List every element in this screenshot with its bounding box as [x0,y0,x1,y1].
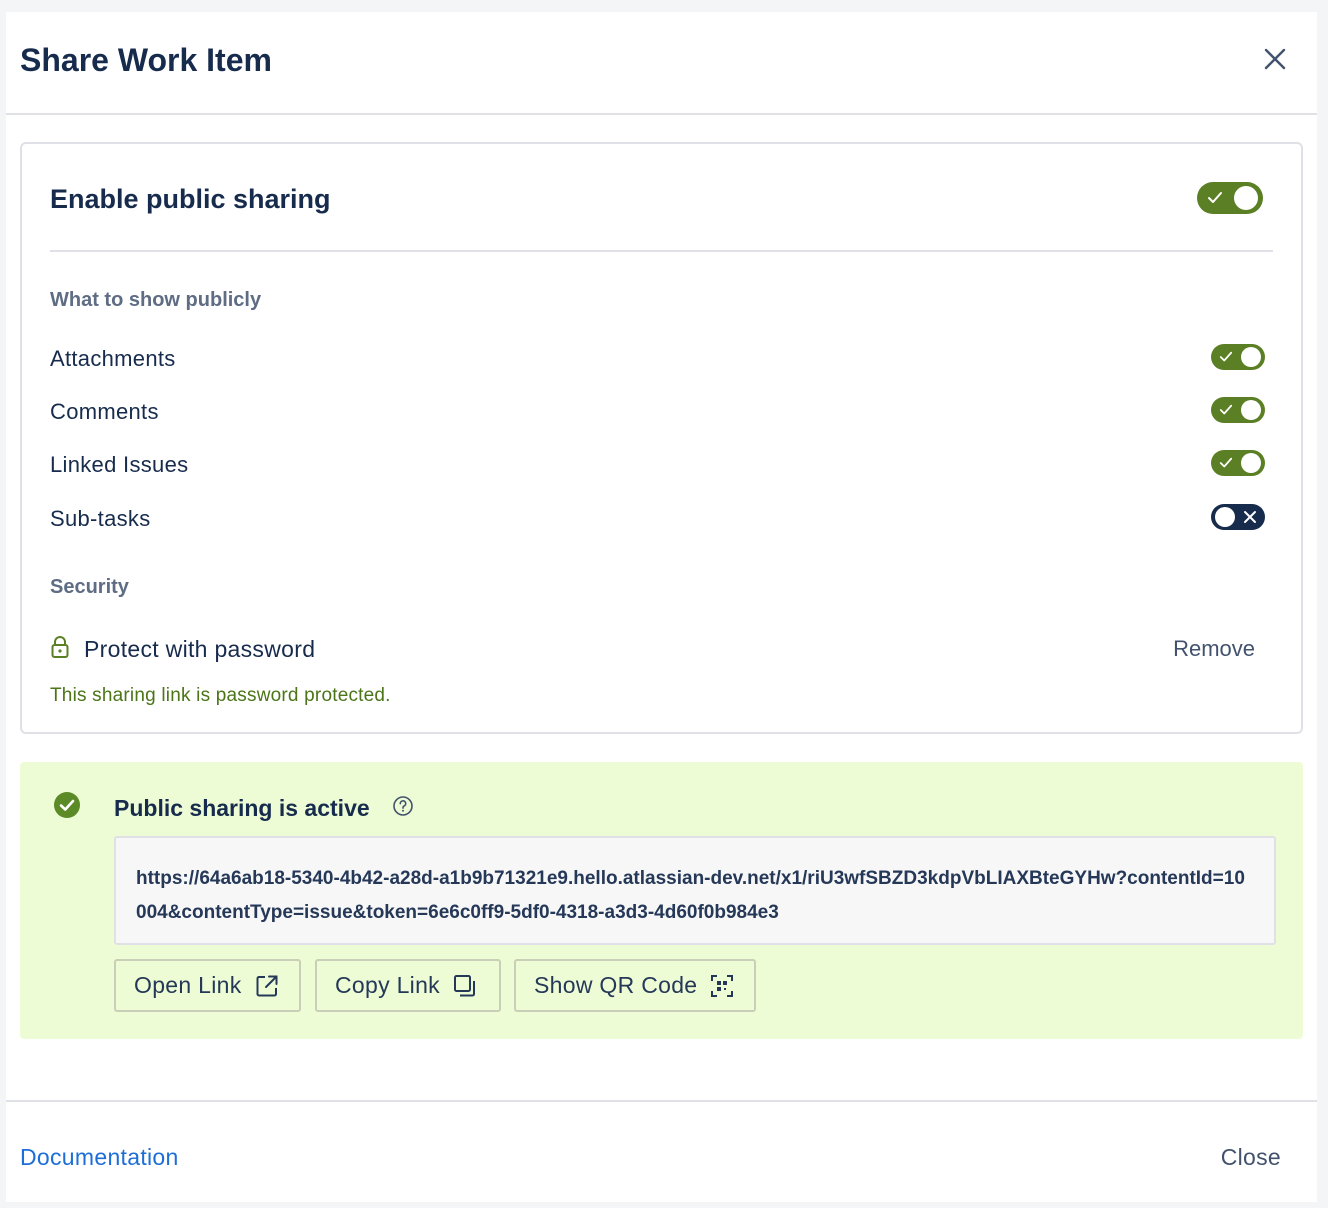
toggle-knob [1241,347,1261,367]
toggle-knob [1241,453,1261,473]
close-button[interactable]: Close [1221,1144,1281,1171]
sharing-settings-card: Enable public sharing What to show publi… [20,142,1303,734]
sharing-active-panel: Public sharing is active https://64a6ab1… [20,762,1303,1039]
remove-password-button[interactable]: Remove [1173,636,1255,662]
linked-issues-toggle[interactable] [1211,450,1265,476]
dialog-header: Share Work Item [6,12,1317,115]
security-heading: Security [50,576,129,598]
sharing-active-title: Public sharing is active [114,795,370,821]
password-row: Protect with password Remove [50,632,1255,664]
option-label-comments: Comments [50,399,159,424]
copy-icon [452,973,478,999]
option-label-sub-tasks: Sub-tasks [50,506,151,531]
qr-code-icon [709,973,735,999]
close-icon[interactable] [1261,45,1289,73]
open-link-button[interactable]: Open Link [114,959,301,1012]
dialog-footer: Documentation Close [6,1100,1317,1202]
dialog-title: Share Work Item [20,42,272,78]
check-icon [1219,350,1233,369]
check-icon [1219,403,1233,422]
share-url-field[interactable]: https://64a6ab18-5340-4b42-a28d-a1b9b713… [114,836,1276,945]
check-circle-icon [53,791,81,824]
comments-toggle[interactable] [1211,397,1265,423]
password-protected-note: This sharing link is password protected. [50,685,391,706]
option-label-attachments: Attachments [50,346,176,371]
toggle-knob [1215,507,1235,527]
external-link-icon [254,973,280,999]
enable-sharing-toggle[interactable] [1197,182,1263,214]
copy-link-label: Copy Link [335,972,440,998]
share-dialog: Share Work Item Enable public sharing Wh… [6,12,1317,1202]
help-icon[interactable] [392,795,414,822]
toggle-knob [1234,186,1258,210]
sub-tasks-toggle[interactable] [1211,504,1265,530]
show-qr-code-button[interactable]: Show QR Code [514,959,756,1012]
show-qr-code-label: Show QR Code [534,972,698,998]
documentation-link[interactable]: Documentation [20,1144,179,1171]
what-to-show-heading: What to show publicly [50,289,262,311]
enable-sharing-label: Enable public sharing [50,184,331,214]
check-icon [1219,456,1233,475]
option-label-linked-issues: Linked Issues [50,452,189,477]
lock-icon [50,635,70,664]
password-label: Protect with password [84,636,316,662]
cross-icon [1242,509,1258,530]
enable-sharing-row: Enable public sharing [50,144,1273,252]
attachments-toggle[interactable] [1211,344,1265,370]
toggle-knob [1241,400,1261,420]
check-icon [1207,190,1223,211]
copy-link-button[interactable]: Copy Link [315,959,501,1012]
open-link-label: Open Link [134,972,242,998]
